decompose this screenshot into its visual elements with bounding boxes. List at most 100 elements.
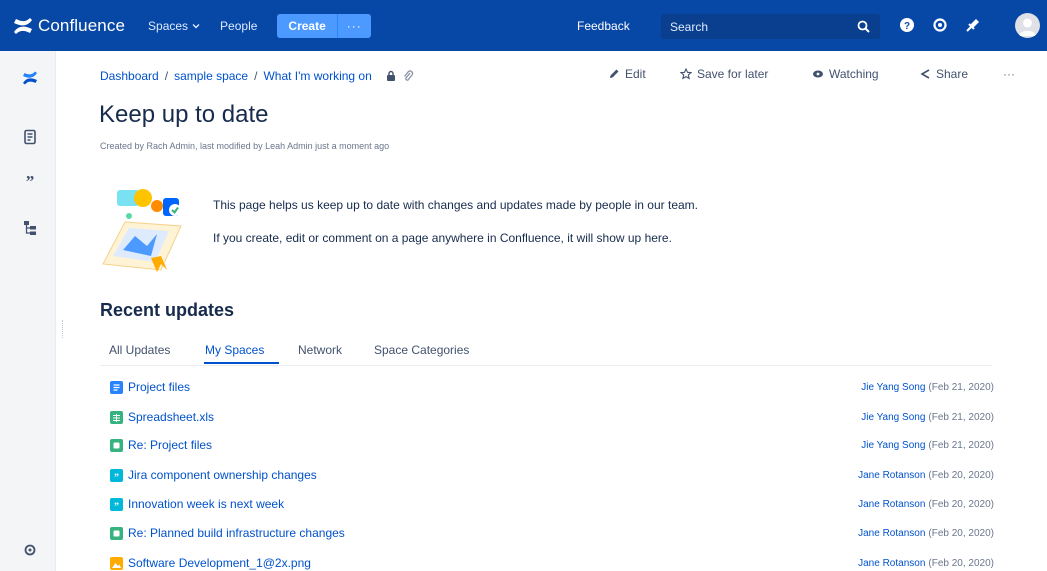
- watching-button[interactable]: Watching: [812, 67, 879, 81]
- team-updates-illustration: [102, 189, 182, 272]
- update-date: (Feb 20, 2020): [928, 469, 994, 481]
- update-date: (Feb 21, 2020): [928, 411, 994, 423]
- breadcrumb-what-im-working-on[interactable]: What I'm working on: [263, 69, 371, 83]
- confluence-logo-icon[interactable]: [22, 70, 38, 86]
- update-title-link[interactable]: Software Development_1@2x.png: [128, 556, 311, 570]
- notifications-icon[interactable]: [964, 16, 982, 34]
- restrictions-lock-icon[interactable]: [385, 70, 397, 82]
- update-author-link[interactable]: Jane Rotanson: [858, 558, 925, 569]
- recent-updates-heading: Recent updates: [100, 300, 235, 320]
- update-meta: Jane Rotanson (Feb 20, 2020): [858, 470, 994, 481]
- sidebar-resize-handle[interactable]: [62, 320, 64, 338]
- update-date: (Feb 20, 2020): [928, 557, 994, 569]
- confluence-logo-icon: [14, 17, 32, 34]
- share-button[interactable]: Share: [919, 67, 968, 81]
- top-navigation-bar: Confluence Spaces People Create ··· Feed…: [0, 0, 1047, 51]
- help-icon[interactable]: ?: [898, 16, 916, 34]
- spreadsheet-icon: [110, 410, 123, 424]
- breadcrumb-sample-space[interactable]: sample space: [174, 69, 248, 83]
- blog-post-icon: ”: [110, 497, 123, 511]
- list-item: Re: Planned build infrastructure changes…: [110, 524, 994, 542]
- update-author-link[interactable]: Jie Yang Song: [861, 412, 925, 423]
- people-link[interactable]: People: [220, 19, 257, 33]
- list-item: ” Jira component ownership changes Jane Ro…: [110, 466, 994, 484]
- share-label: Share: [936, 67, 969, 81]
- create-more-button[interactable]: ···: [336, 13, 371, 38]
- update-author-link[interactable]: Jane Rotanson: [858, 528, 925, 539]
- save-for-later-button[interactable]: Save for later: [680, 67, 768, 81]
- feedback-link[interactable]: Feedback: [577, 0, 630, 51]
- image-file-icon: [110, 556, 123, 570]
- update-title-link[interactable]: Re: Planned build infrastructure changes: [128, 526, 345, 540]
- tab-network[interactable]: Network: [298, 343, 342, 357]
- user-icon: [1019, 18, 1036, 36]
- tab-all-updates[interactable]: All Updates: [109, 343, 170, 357]
- update-meta: Jie Yang Song (Feb 21, 2020): [861, 382, 994, 393]
- share-icon: [920, 69, 930, 79]
- attachment-icon[interactable]: [402, 70, 414, 82]
- watching-label: Watching: [829, 67, 879, 81]
- intro-text-line-2: If you create, edit or comment on a page…: [213, 231, 672, 245]
- profile-avatar[interactable]: [1015, 13, 1040, 38]
- list-item: ” Innovation week is next week Jane Rotans…: [110, 495, 994, 513]
- list-item: Project files Jie Yang Song (Feb 21, 2020): [110, 378, 994, 396]
- space-sidebar: ”: [0, 51, 56, 571]
- blog-quote-icon[interactable]: ”: [22, 172, 38, 188]
- breadcrumb-separator: /: [164, 69, 169, 83]
- update-title-link[interactable]: Spreadsheet.xls: [128, 410, 214, 424]
- brand-name: Confluence: [38, 15, 126, 35]
- list-item: Spreadsheet.xls Jie Yang Song (Feb 21, 202…: [110, 408, 994, 426]
- pages-icon[interactable]: [22, 129, 38, 145]
- svg-text:”: ”: [114, 501, 119, 511]
- breadcrumb-dashboard[interactable]: Dashboard: [100, 69, 159, 83]
- breadcrumb-separator: /: [254, 69, 258, 83]
- create-button[interactable]: Create: [277, 13, 337, 38]
- star-icon: [680, 68, 692, 80]
- update-title-link[interactable]: Project files: [128, 380, 190, 394]
- update-date: (Feb 20, 2020): [928, 527, 994, 539]
- svg-text:”: ”: [114, 472, 119, 482]
- page-icon: [110, 380, 123, 394]
- breadcrumb: Dashboard / sample space / What I'm work…: [100, 69, 414, 83]
- page-tree-icon[interactable]: [22, 220, 38, 236]
- svg-text:”: ”: [26, 172, 35, 188]
- list-item: Software Development_1@2x.png Jane Rotans…: [110, 554, 994, 571]
- chevron-down-icon: [192, 23, 200, 28]
- settings-gear-icon[interactable]: [22, 542, 38, 558]
- settings-icon[interactable]: [931, 16, 949, 34]
- search-input[interactable]: [670, 19, 850, 34]
- confluence-home-link[interactable]: Confluence: [12, 0, 125, 51]
- update-author-link[interactable]: Jane Rotanson: [858, 499, 925, 510]
- svg-text:?: ?: [904, 21, 910, 32]
- update-title-link[interactable]: Innovation week is next week: [128, 497, 284, 511]
- spaces-menu[interactable]: Spaces: [148, 19, 200, 33]
- update-author-link[interactable]: Jie Yang Song: [861, 382, 925, 393]
- search-box[interactable]: [661, 14, 880, 39]
- more-actions-button[interactable]: ···: [1003, 67, 1015, 81]
- create-button-group: Create ···: [277, 13, 371, 38]
- update-meta: Jane Rotanson (Feb 20, 2020): [858, 528, 994, 539]
- update-meta: Jie Yang Song (Feb 21, 2020): [861, 440, 994, 451]
- update-meta: Jie Yang Song (Feb 21, 2020): [861, 412, 994, 423]
- comment-icon: [110, 438, 123, 452]
- list-item: Re: Project files Jie Yang Song (Feb 21, 2…: [110, 436, 994, 454]
- update-date: (Feb 20, 2020): [928, 498, 994, 510]
- page-byline: Created by Rach Admin, last modified by …: [100, 141, 390, 151]
- search-icon[interactable]: [857, 20, 870, 33]
- save-for-later-label: Save for later: [697, 67, 769, 81]
- update-title-link[interactable]: Re: Project files: [128, 438, 212, 452]
- comment-icon: [110, 526, 123, 540]
- pencil-icon: [610, 69, 619, 78]
- spaces-label: Spaces: [148, 18, 189, 33]
- update-title-link[interactable]: Jira component ownership changes: [128, 468, 317, 482]
- update-date: (Feb 21, 2020): [928, 381, 994, 393]
- edit-button[interactable]: Edit: [608, 67, 646, 81]
- update-meta: Jane Rotanson (Feb 20, 2020): [858, 558, 994, 569]
- active-tab-indicator: [204, 362, 279, 364]
- tab-my-spaces[interactable]: My Spaces: [205, 343, 264, 357]
- blog-post-icon: ”: [110, 468, 123, 482]
- update-date: (Feb 21, 2020): [928, 439, 994, 451]
- tab-space-categories[interactable]: Space Categories: [374, 343, 469, 357]
- update-author-link[interactable]: Jane Rotanson: [858, 470, 925, 481]
- update-author-link[interactable]: Jie Yang Song: [861, 440, 925, 451]
